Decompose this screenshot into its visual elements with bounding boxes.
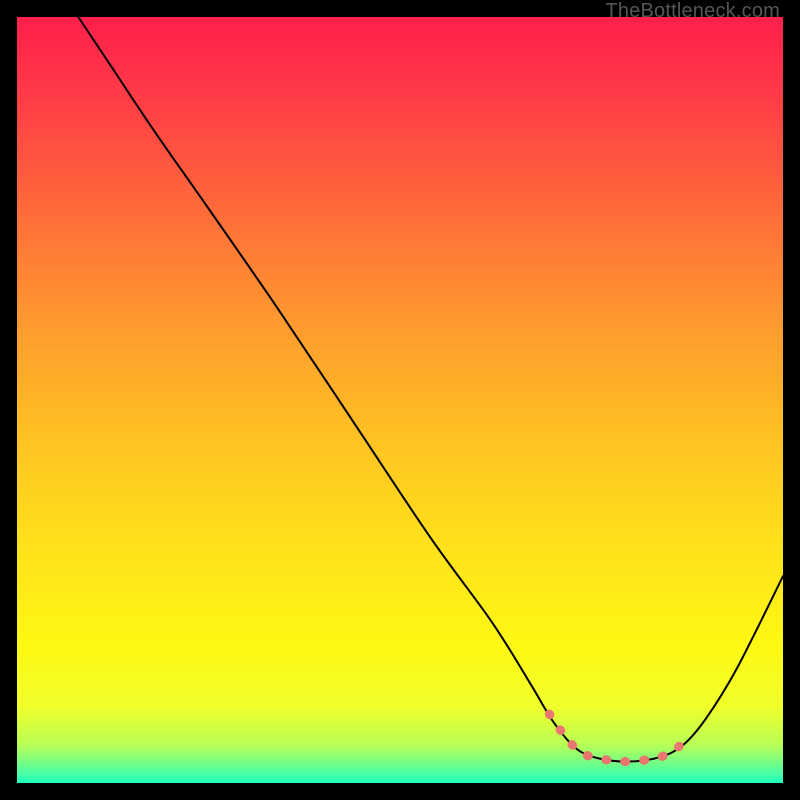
watermark-text: TheBottleneck.com bbox=[605, 0, 780, 23]
heat-gradient bbox=[17, 17, 783, 783]
outer-frame: TheBottleneck.com bbox=[0, 0, 800, 800]
plot-area bbox=[17, 17, 783, 783]
